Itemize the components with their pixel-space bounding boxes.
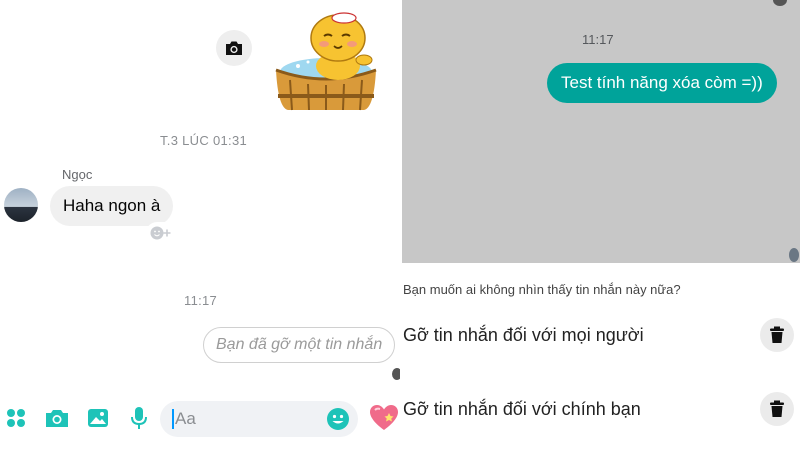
seen-avatar bbox=[789, 248, 799, 262]
text-caret bbox=[172, 409, 174, 429]
apps-grid-icon bbox=[7, 409, 25, 427]
message-timestamp: 11:17 bbox=[184, 293, 218, 308]
add-reaction-button[interactable] bbox=[146, 222, 176, 244]
composer-bar: Aa bbox=[0, 396, 400, 442]
seen-avatar bbox=[773, 0, 787, 6]
unsend-for-you-option[interactable]: Gỡ tin nhắn đối với chính bạn bbox=[403, 390, 798, 430]
conversation-timestamp: T.3 LÚC 01:31 bbox=[160, 133, 248, 148]
sender-name: Ngọc bbox=[62, 167, 93, 182]
camera-button[interactable] bbox=[216, 30, 252, 66]
image-icon bbox=[88, 409, 108, 427]
gallery-button[interactable] bbox=[84, 404, 112, 432]
unsend-for-everyone-label: Gỡ tin nhắn đối với mọi người bbox=[403, 325, 644, 345]
avatar[interactable] bbox=[4, 188, 38, 222]
like-button[interactable] bbox=[368, 404, 400, 432]
outgoing-message-bubble[interactable]: Test tính năng xóa còm =)) bbox=[547, 63, 777, 103]
unsend-for-everyone-option[interactable]: Gỡ tin nhắn đối với mọi người bbox=[403, 316, 798, 356]
emoji-icon[interactable] bbox=[326, 407, 350, 431]
unsend-prompt: Bạn muốn ai không nhìn thấy tin nhắn này… bbox=[403, 282, 681, 297]
trash-icon bbox=[770, 400, 784, 417]
heart-icon bbox=[370, 405, 398, 430]
message-input-placeholder: Aa bbox=[175, 409, 196, 428]
unsend-panel: 11:17 Test tính năng xóa còm =)) Bạn muố… bbox=[400, 0, 800, 450]
message-input[interactable]: Aa bbox=[160, 401, 358, 437]
seen-avatar bbox=[392, 368, 400, 380]
voice-button[interactable] bbox=[125, 404, 153, 432]
bath-tub-character-sticker[interactable] bbox=[268, 8, 384, 112]
camera-icon bbox=[46, 410, 68, 427]
microphone-icon bbox=[131, 407, 147, 429]
trash-icon bbox=[770, 326, 784, 343]
trash-button[interactable] bbox=[760, 392, 794, 426]
apps-button[interactable] bbox=[2, 404, 30, 432]
incoming-message-bubble[interactable]: Haha ngon à bbox=[50, 186, 174, 226]
trash-button[interactable] bbox=[760, 318, 794, 352]
camera-composer-button[interactable] bbox=[43, 404, 71, 432]
unsend-for-you-label: Gỡ tin nhắn đối với chính bạn bbox=[403, 399, 641, 419]
message-timestamp: 11:17 bbox=[582, 32, 614, 47]
dimmed-conversation-overlay[interactable]: 11:17 Test tính năng xóa còm =)) bbox=[402, 0, 800, 263]
camera-icon bbox=[226, 41, 242, 55]
conversation-panel: T.3 LÚC 01:31 Ngọc Haha ngon à 11:17 Bạn… bbox=[0, 0, 400, 450]
removed-message-notice[interactable]: Bạn đã gỡ một tin nhắn bbox=[203, 327, 396, 363]
add-reaction-icon bbox=[150, 226, 171, 240]
